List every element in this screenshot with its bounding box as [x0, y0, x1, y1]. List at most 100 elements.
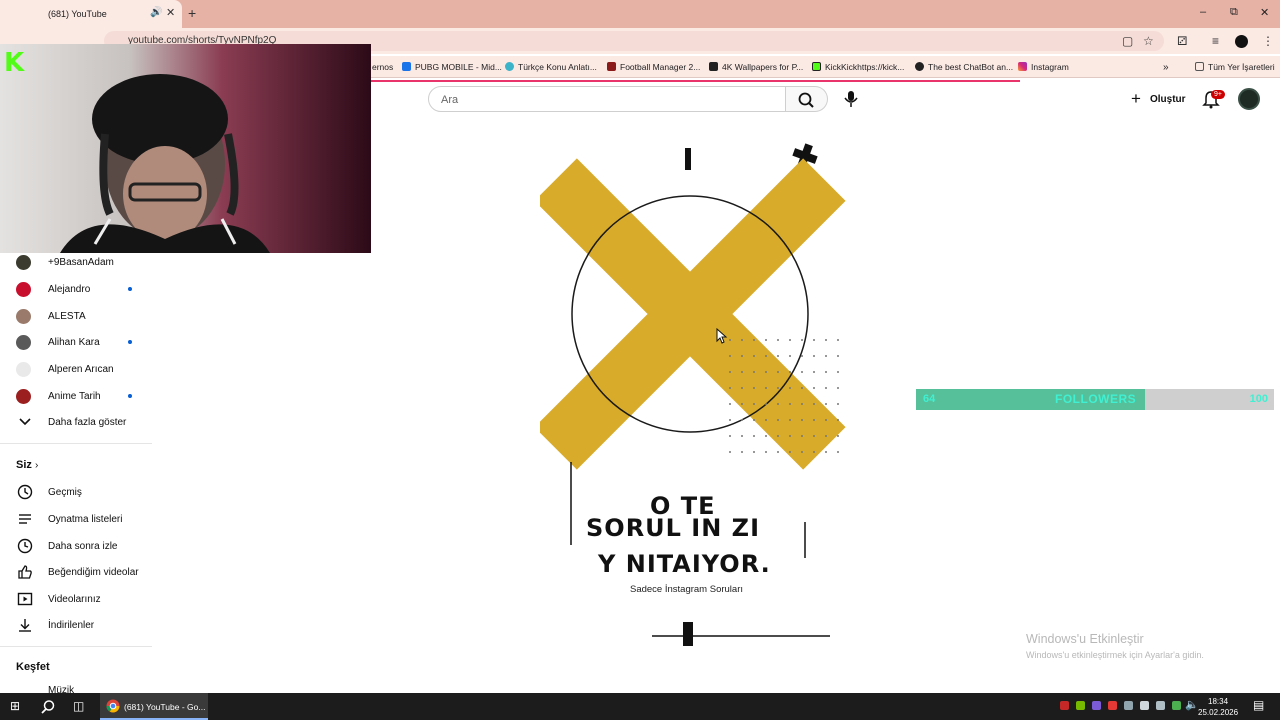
subscription-item[interactable]: +9BasanAdam [0, 249, 150, 275]
kick-icon [812, 62, 821, 71]
thumbs-up-icon [18, 565, 32, 579]
new-content-dot [128, 287, 132, 291]
notification-center-icon[interactable]: ▤ [1253, 698, 1264, 712]
clock-time: 18:34 [1208, 697, 1229, 706]
create-button[interactable]: + Oluştur [1124, 87, 1190, 111]
followers-goal-bar: 64 FOLLOWERS 100 [916, 389, 1274, 410]
channel-avatar [16, 282, 31, 297]
search-icon[interactable] [40, 699, 56, 715]
channel-name: Alihan Kara [48, 337, 100, 348]
sidebar-item-playlists[interactable]: Oynatma listeleri [0, 506, 150, 532]
channel-avatar [16, 309, 31, 324]
short-artwork [540, 143, 846, 646]
channel-avatar [16, 335, 31, 350]
subscription-item[interactable]: Alperen Arıcan [0, 356, 150, 382]
bookmark-item[interactable]: 4K Wallpapers for P... [709, 62, 803, 72]
tray-app-icon[interactable] [1156, 701, 1165, 710]
microphone-icon [844, 91, 858, 107]
speaker-icon[interactable]: 🔊 [150, 7, 162, 18]
sidebar-item-downloads[interactable]: İndirilenler [0, 612, 150, 638]
task-view-icon[interactable]: ◫ [73, 699, 84, 713]
bookmark-item[interactable]: KickKickhttps://kick... [812, 62, 904, 72]
tab-title: (681) YouTube [48, 9, 107, 19]
minimize-icon[interactable]: – [1200, 6, 1206, 18]
loading-bar [370, 80, 1020, 82]
subscription-item[interactable]: Alihan Kara [0, 329, 150, 355]
artwork-text-line2: SORUL IN ZI [586, 514, 761, 542]
sidebar-item-liked[interactable]: Beğendiğim videolar [0, 559, 150, 585]
tray-app-icon[interactable] [1124, 701, 1133, 710]
bookmark-item[interactable]: Football Manager 2... [607, 62, 700, 72]
chrome-icon [106, 699, 120, 713]
sidebar-item-watch-later[interactable]: Daha sonra izle [0, 533, 150, 559]
sidebar-item-label: Geçmiş [48, 487, 82, 498]
restore-icon[interactable]: ⧉ [1230, 6, 1238, 19]
new-content-dot [128, 340, 132, 344]
browser-tab-strip: (681) YouTube 🔊 ✕ + – ⧉ ✕ [0, 0, 1280, 28]
subscription-item[interactable]: ALESTA [0, 303, 150, 329]
bookmark-item[interactable]: Instagram [1018, 62, 1069, 72]
sidebar-item-label: Beğendiğim videolar [48, 567, 139, 578]
new-tab-button[interactable]: + [188, 5, 196, 21]
short-video-player[interactable]: O TE SORUL IN ZI Y NITAIYOR. Sadece İnst… [540, 130, 850, 660]
menu-icon[interactable]: ⋮ [1262, 34, 1274, 48]
all-bookmarks-folder[interactable]: Tüm Yer İşaretleri [1195, 62, 1275, 72]
tray-app-icon[interactable] [1060, 701, 1069, 710]
artwork-caption: Sadece İnstagram Soruları [630, 584, 744, 595]
tray-app-icon[interactable] [1092, 701, 1101, 710]
windows-start-icon[interactable]: ⊞ [10, 699, 20, 713]
show-more-button[interactable]: Daha fazla göster [0, 409, 150, 435]
globe-icon [505, 62, 514, 71]
media-icon[interactable]: ≡ [1212, 34, 1219, 48]
plus-icon: + [1131, 89, 1141, 108]
sidebar-item-your-videos[interactable]: Videolarınız [0, 586, 150, 612]
microphone-icon[interactable] [1140, 701, 1149, 710]
close-window-icon[interactable]: ✕ [1260, 6, 1269, 19]
pubg-icon [402, 62, 411, 71]
nvidia-icon[interactable] [1076, 701, 1085, 710]
browser-tab[interactable]: (681) YouTube 🔊 ✕ [0, 0, 182, 28]
taskbar-chrome-button[interactable]: (681) YouTube - Go... [100, 693, 208, 720]
volume-icon[interactable]: 🔈 [1185, 698, 1199, 711]
star-icon[interactable]: ☆ [1143, 34, 1154, 48]
search-button[interactable] [786, 86, 828, 112]
channel-avatar [16, 255, 31, 270]
followers-current: 64 [923, 393, 936, 405]
search-input[interactable]: Ara [428, 86, 786, 112]
clock-icon [17, 538, 33, 554]
bookmark-item[interactable]: ernos [372, 62, 393, 72]
voice-search-button[interactable] [838, 86, 864, 112]
account-avatar[interactable] [1238, 88, 1260, 110]
windows-activation-watermark: Windows'u Etkinleştir Windows'u etkinleş… [1026, 632, 1204, 660]
search-icon [798, 92, 814, 108]
notification-badge: 9+ [1211, 90, 1225, 99]
channel-name: +9BasanAdam [48, 257, 114, 268]
folder-icon [1195, 62, 1204, 71]
activation-title: Windows'u Etkinleştir [1026, 632, 1144, 646]
sidebar-item-history[interactable]: Geçmiş [0, 479, 150, 505]
tray-app-icon[interactable] [1108, 701, 1117, 710]
bookmark-item[interactable]: PUBG MOBILE - Mid... [402, 62, 502, 72]
taskbar-clock[interactable]: 18:34 25.02.2026 [1198, 696, 1238, 718]
install-app-icon[interactable]: ▢ [1122, 34, 1133, 48]
fm-icon [607, 62, 616, 71]
sidebar-item-label: Müzik [48, 685, 75, 693]
streamer-video [0, 44, 371, 253]
extensions-icon[interactable]: ⚂ [1177, 34, 1187, 48]
subscription-item[interactable]: Anime Tarih [0, 383, 150, 409]
clock-date: 25.02.2026 [1198, 708, 1239, 717]
subscription-item[interactable]: Alejandro [0, 276, 150, 302]
bookmark-item[interactable]: The best ChatBot an... [915, 62, 1013, 72]
search-placeholder: Ara [441, 94, 459, 106]
followers-goal: 100 [1249, 393, 1268, 405]
sidebar-item-music[interactable]: Müzik [0, 679, 150, 693]
sidebar-item-label: İndirilenler [48, 620, 95, 631]
chatbot-icon [915, 62, 924, 71]
section-you[interactable]: Siz › [16, 459, 38, 471]
tray-app-icon[interactable] [1172, 701, 1181, 710]
profile-icon[interactable] [1235, 35, 1248, 48]
channel-name: ALESTA [48, 311, 86, 322]
close-tab-icon[interactable]: ✕ [166, 6, 175, 19]
bookmark-item[interactable]: Türkçe Konu Anlatı... [505, 62, 597, 72]
more-bookmarks-icon[interactable]: » [1163, 62, 1169, 73]
